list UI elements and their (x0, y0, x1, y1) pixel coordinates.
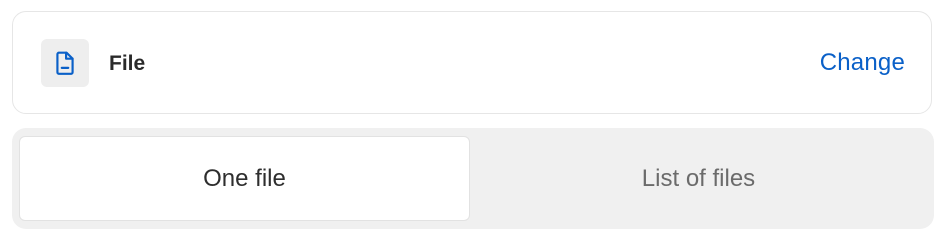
segment-one-file[interactable]: One file (19, 136, 470, 221)
change-button[interactable]: Change (820, 50, 905, 76)
file-icon-tile (41, 39, 89, 87)
file-card: File Change (12, 11, 932, 114)
segment-list-of-files[interactable]: List of files (470, 136, 927, 221)
document-icon (56, 51, 74, 75)
file-mode-segmented-control: One file List of files (12, 128, 934, 229)
file-label: File (109, 52, 146, 75)
